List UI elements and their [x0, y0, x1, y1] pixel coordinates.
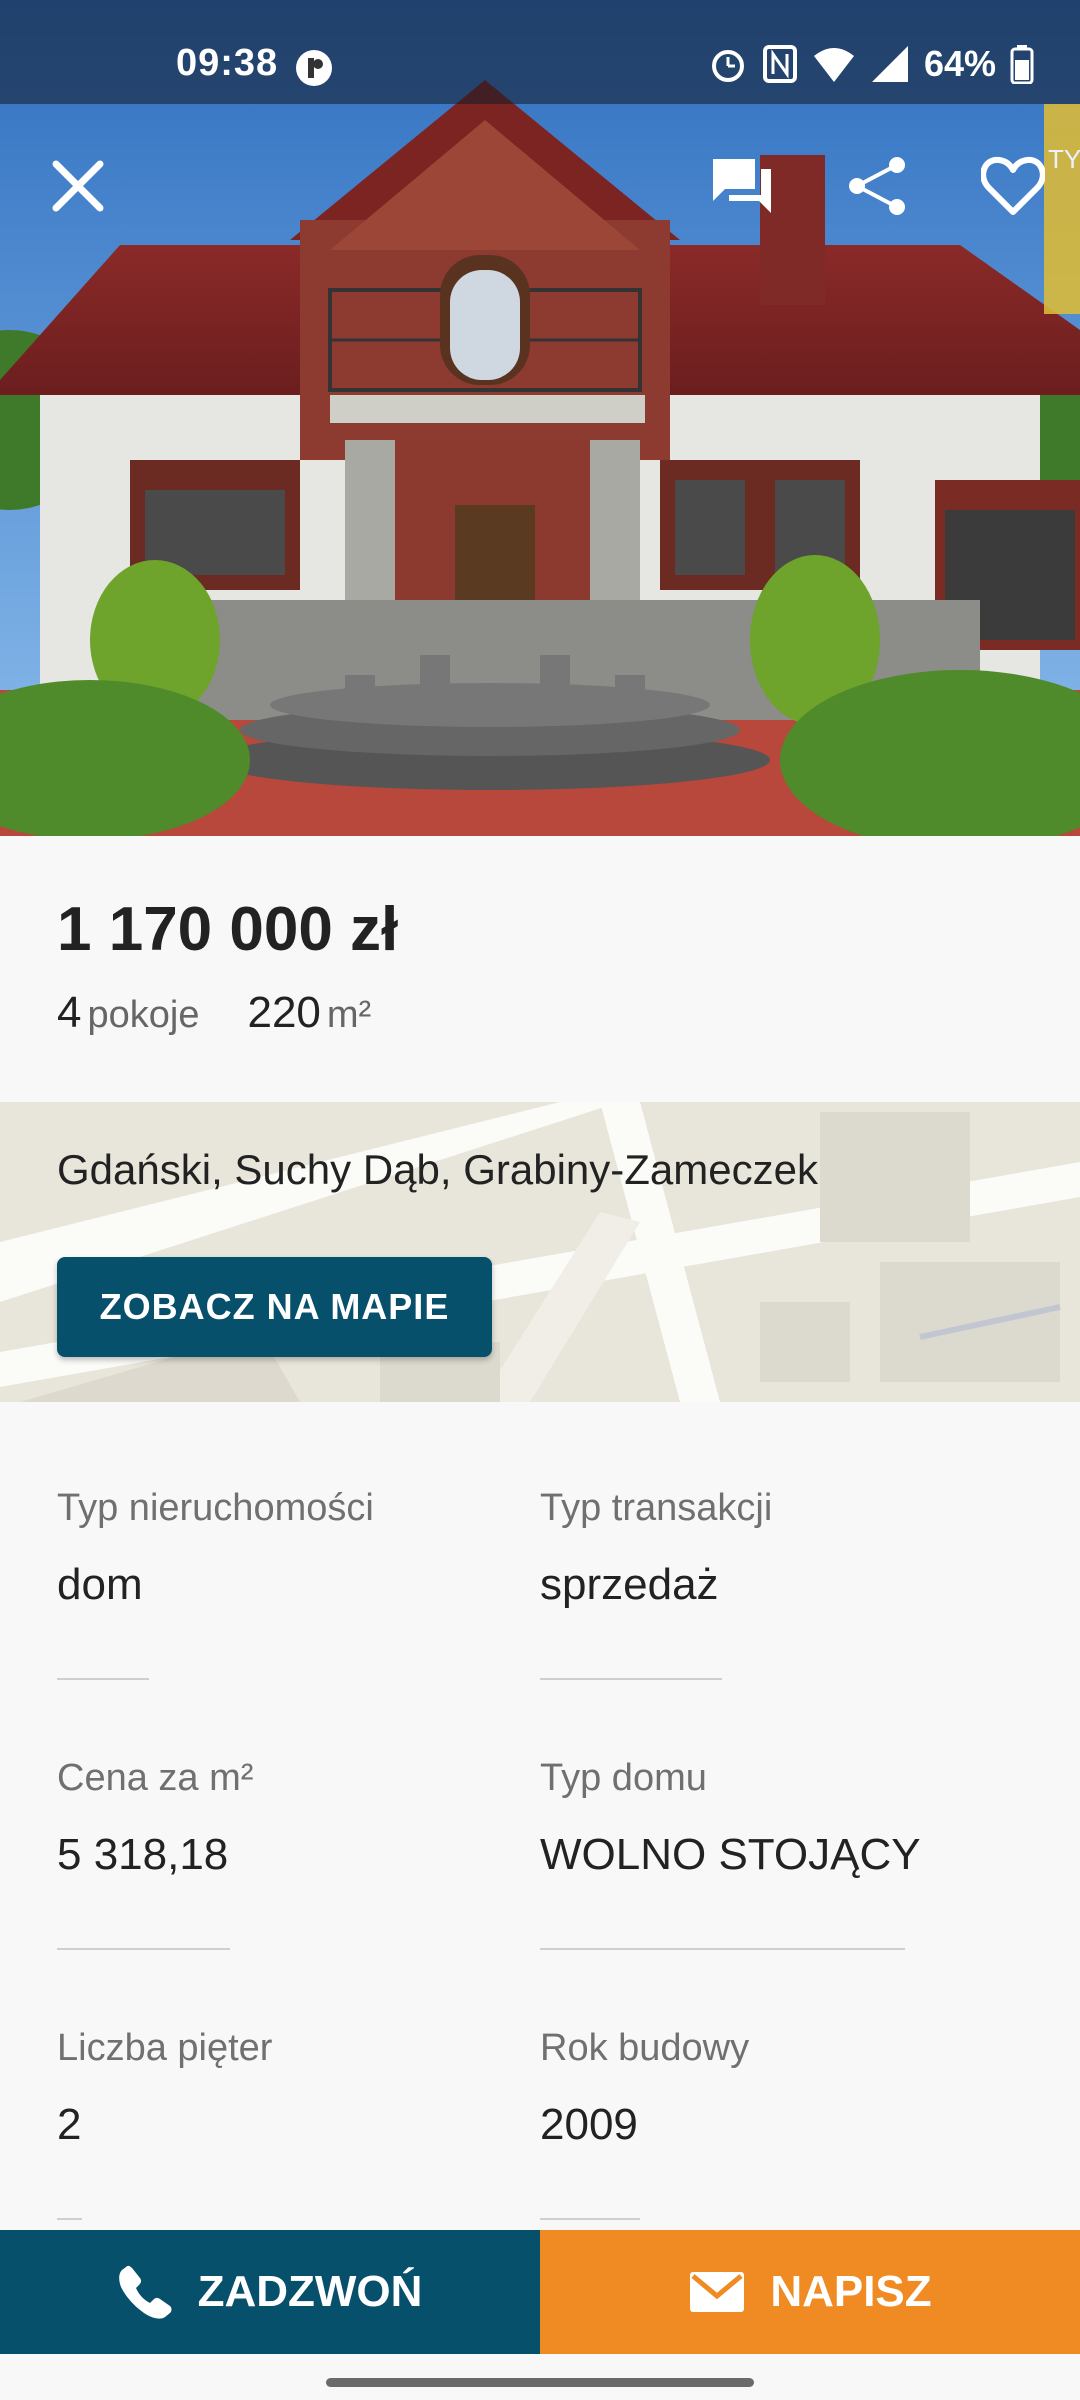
listing-price: 1 170 000 zł	[57, 895, 399, 964]
close-icon	[52, 160, 104, 212]
detail-value: 2	[57, 2100, 82, 2149]
house-photo[interactable]	[0, 0, 1080, 836]
home-gesture-handle[interactable]	[326, 2378, 754, 2387]
detail-value: dom	[57, 1560, 143, 1609]
system-navigation-bar	[0, 2354, 1080, 2400]
phone-icon	[118, 2265, 172, 2319]
rooms-fact: 4 pokoje	[57, 988, 199, 1038]
listing-details: Typ nieruchomości dom Typ transakcji spr…	[0, 1402, 1080, 2232]
detail-divider	[57, 1948, 230, 1950]
status-time: 09:38	[176, 42, 279, 84]
promo-badge: TY	[1044, 104, 1080, 314]
call-button[interactable]: ZADZWOŃ	[0, 2230, 540, 2354]
app-notification-icon	[296, 50, 332, 86]
favorite-button[interactable]	[977, 150, 1049, 222]
show-on-map-button[interactable]: ZOBACZ NA MAPIE	[57, 1257, 492, 1357]
rooms-value: 4	[57, 988, 82, 1037]
share-button[interactable]	[842, 150, 914, 222]
alarm-icon	[711, 50, 744, 82]
area-value: 220	[247, 988, 321, 1037]
close-button[interactable]	[42, 150, 114, 222]
promo-badge-label: TY	[1048, 144, 1080, 174]
detail-divider	[540, 1678, 722, 1680]
detail-label: Liczba pięter	[57, 2027, 273, 2069]
heart-icon	[981, 156, 1045, 215]
listing-photo-header: 09:38 64% TY	[0, 0, 1080, 836]
detail-value: WOLNO STOJĄCY	[540, 1830, 921, 1879]
detail-value: sprzedaż	[540, 1560, 719, 1609]
write-button-label: NAPISZ	[770, 2267, 932, 2316]
location-section: Gdański, Suchy Dąb, Grabiny-Zameczek ZOB…	[0, 1102, 1080, 1402]
detail-price-per-m2: Cena za m² 5 318,18	[57, 1757, 253, 1950]
detail-property-type: Typ nieruchomości dom	[57, 1487, 374, 1680]
nfc-icon	[762, 45, 797, 83]
status-bar: 09:38 64%	[0, 0, 1080, 104]
chat-button[interactable]	[706, 150, 778, 222]
price-section: 1 170 000 zł 4 pokoje 220 m²	[0, 836, 1080, 1102]
share-icon	[849, 157, 905, 215]
call-button-label: ZADZWOŃ	[197, 2267, 423, 2316]
battery-icon	[1010, 45, 1034, 84]
detail-label: Rok budowy	[540, 2027, 750, 2069]
detail-label: Typ transakcji	[540, 1487, 773, 1529]
area-fact: 220 m²	[247, 988, 371, 1038]
contact-action-bar: ZADZWOŃ NAPISZ	[0, 2230, 1080, 2354]
rooms-unit: pokoje	[87, 994, 200, 1036]
signal-icon	[871, 46, 908, 82]
mail-icon	[690, 2272, 745, 2312]
detail-label: Typ domu	[540, 1757, 707, 1799]
battery-percent: 64%	[923, 43, 996, 84]
area-unit: m²	[326, 994, 372, 1036]
detail-divider	[57, 2218, 82, 2220]
detail-label: Typ nieruchomości	[57, 1487, 374, 1529]
detail-floors: Liczba pięter 2	[57, 2027, 272, 2220]
detail-divider	[57, 1678, 149, 1680]
listing-address: Gdański, Suchy Dąb, Grabiny-Zameczek	[57, 1146, 818, 1193]
detail-divider	[540, 2218, 640, 2220]
detail-value: 2009	[540, 2100, 638, 2149]
listing-key-facts: 4 pokoje 220 m²	[57, 988, 371, 1038]
chat-icon	[713, 159, 771, 213]
detail-build-year: Rok budowy 2009	[540, 2027, 749, 2220]
detail-divider	[540, 1948, 905, 1950]
detail-label: Cena za m²	[57, 1757, 254, 1799]
status-icons: 64%	[708, 42, 1034, 86]
wifi-icon	[813, 48, 854, 82]
detail-house-type: Typ domu WOLNO STOJĄCY	[540, 1757, 921, 1950]
detail-value: 5 318,18	[57, 1830, 229, 1879]
detail-transaction-type: Typ transakcji sprzedaż	[540, 1487, 772, 1680]
write-message-button[interactable]: NAPISZ	[540, 2230, 1080, 2354]
